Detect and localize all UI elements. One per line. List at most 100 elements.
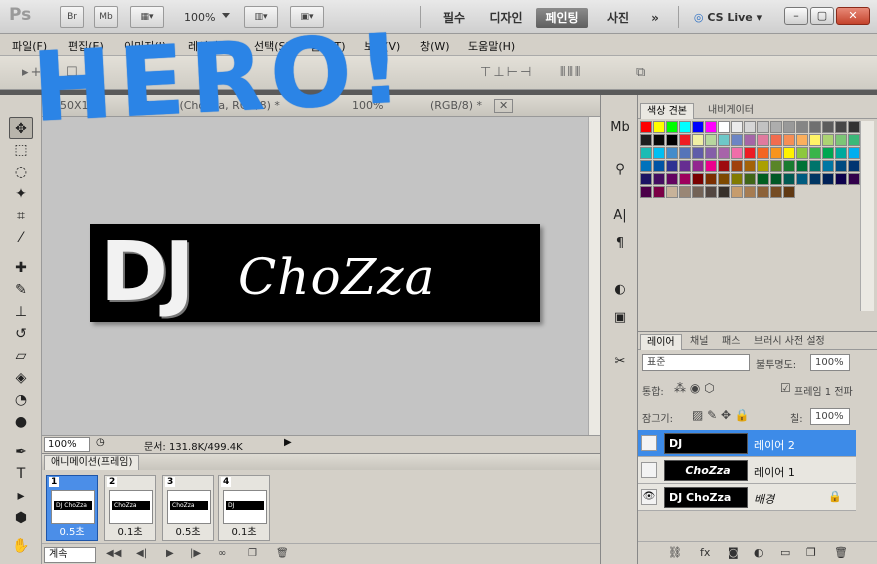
color-swatch[interactable] — [770, 160, 782, 172]
animation-frame-4[interactable]: 4 DJ 0.1초 — [218, 475, 270, 541]
workspace-painting[interactable]: 페인팅 — [536, 8, 588, 28]
menu-help[interactable]: 도움말(H) — [468, 38, 515, 54]
view-extras-button[interactable]: ▦▾ — [130, 6, 164, 28]
layer-row-1[interactable]: ChoZza 레이어 1 — [638, 457, 856, 484]
color-swatch[interactable] — [848, 121, 860, 133]
tab-brush-presets[interactable]: 브러시 사전 설정 — [748, 334, 831, 350]
color-swatch[interactable] — [822, 173, 834, 185]
color-swatch[interactable] — [809, 147, 821, 159]
animation-frame-1[interactable]: 1 DJ ChoZza 0.5초 — [46, 475, 98, 541]
paint-bucket-tool-icon[interactable]: ◈ — [9, 367, 33, 389]
color-swatch[interactable] — [848, 134, 860, 146]
animation-tab[interactable]: 애니메이션(프레임) — [44, 455, 140, 470]
color-swatch[interactable] — [640, 121, 652, 133]
color-swatch[interactable] — [718, 160, 730, 172]
layer-row-2[interactable]: DJ 레이어 2 — [638, 430, 856, 457]
color-swatch[interactable] — [757, 186, 769, 198]
visibility-toggle[interactable] — [641, 435, 657, 451]
usb-icon[interactable]: ⚲ — [608, 159, 632, 181]
menu-image[interactable]: 이미지(I) — [124, 38, 166, 54]
layer-style-icon[interactable]: fx — [700, 546, 710, 559]
color-swatch[interactable] — [731, 186, 743, 198]
lock-icons[interactable]: ▨ ✎ ✥ 🔒 — [692, 408, 750, 422]
color-swatch[interactable] — [783, 160, 795, 172]
color-swatch[interactable] — [692, 173, 704, 185]
document-canvas[interactable]: DJ ChoZza — [42, 117, 588, 435]
color-swatch[interactable] — [705, 186, 717, 198]
menu-view[interactable]: 보기(V) — [364, 38, 400, 54]
color-swatch[interactable] — [744, 160, 756, 172]
opacity-field[interactable]: 100% — [810, 354, 850, 371]
swatches-scrollbar[interactable] — [860, 121, 874, 311]
color-swatch[interactable] — [796, 173, 808, 185]
delete-layer-icon[interactable]: 🗑 — [834, 546, 848, 559]
color-swatch[interactable] — [718, 147, 730, 159]
color-swatch[interactable] — [666, 134, 678, 146]
tab-channels[interactable]: 채널 — [684, 334, 714, 350]
minimize-button[interactable]: – — [784, 7, 808, 25]
lasso-tool-icon[interactable]: ◌ — [9, 161, 33, 183]
auto-select-checkbox[interactable]: ☐ — [66, 65, 80, 80]
color-swatch[interactable] — [770, 134, 782, 146]
move-tool-icon[interactable]: ✥ — [9, 117, 33, 139]
color-swatch[interactable] — [653, 121, 665, 133]
color-swatch[interactable] — [783, 134, 795, 146]
tab-paths[interactable]: 패스 — [716, 334, 746, 350]
color-swatch[interactable] — [731, 160, 743, 172]
color-swatch[interactable] — [744, 121, 756, 133]
color-swatch[interactable] — [835, 134, 847, 146]
type-tool-icon[interactable]: T — [9, 463, 33, 485]
eyedropper-tool-icon[interactable]: ⁄ — [9, 227, 33, 249]
color-swatch[interactable] — [705, 173, 717, 185]
color-swatch[interactable] — [705, 121, 717, 133]
quick-select-tool-icon[interactable]: ✦ — [9, 183, 33, 205]
color-swatch[interactable] — [679, 147, 691, 159]
crop-tool-icon[interactable]: ⌗ — [9, 205, 33, 227]
color-swatch[interactable] — [692, 160, 704, 172]
auto-align-icon[interactable]: ⧉ — [636, 65, 647, 80]
tab-swatches[interactable]: 색상 견본 — [640, 103, 694, 119]
new-layer-icon[interactable]: ❐ — [806, 546, 816, 559]
color-swatch[interactable] — [640, 147, 652, 159]
workspace-photography[interactable]: 사진 — [598, 8, 638, 28]
dodge-tool-icon[interactable]: ● — [9, 411, 33, 433]
next-frame-icon[interactable]: |▶ — [190, 548, 201, 559]
shape-tool-icon[interactable]: ⬢ — [9, 507, 33, 529]
color-swatch[interactable] — [705, 134, 717, 146]
eraser-tool-icon[interactable]: ▱ — [9, 345, 33, 367]
document-tab-3-zoom[interactable]: 100% — [348, 97, 387, 117]
cs-live-button[interactable]: ◎ CS Live ▾ — [688, 8, 768, 28]
chevron-down-icon[interactable] — [222, 13, 230, 18]
tab-navigator[interactable]: 내비게이터 — [702, 103, 760, 119]
delete-frame-icon[interactable]: 🗑 — [276, 548, 289, 559]
color-swatch[interactable] — [822, 134, 834, 146]
color-swatch[interactable] — [770, 173, 782, 185]
color-swatch[interactable] — [718, 186, 730, 198]
status-arrow-icon[interactable]: ▶ — [284, 437, 292, 448]
color-swatch[interactable] — [718, 121, 730, 133]
brush-tool-icon[interactable]: ✎ — [9, 279, 33, 301]
color-swatch[interactable] — [835, 160, 847, 172]
color-swatch[interactable] — [653, 186, 665, 198]
vertical-scrollbar[interactable] — [588, 117, 600, 435]
workspace-design[interactable]: 디자인 — [482, 8, 530, 28]
arrange-documents-button[interactable]: ▥▾ — [244, 6, 278, 28]
move-tool-icon[interactable]: ▸+ — [22, 65, 43, 80]
color-swatch[interactable] — [809, 134, 821, 146]
align-icons[interactable]: ⊤⊥⊢⊣ — [480, 65, 533, 80]
color-swatch[interactable] — [796, 121, 808, 133]
menu-window[interactable]: 창(W) — [420, 38, 450, 54]
fill-field[interactable]: 100% — [810, 408, 850, 425]
masks-icon[interactable]: ▣ — [608, 307, 632, 329]
distribute-icons[interactable]: ⫴⫴⫴ — [560, 65, 582, 80]
add-mask-icon[interactable]: ◙ — [728, 546, 739, 559]
hand-tool-icon[interactable]: ✋ — [9, 535, 33, 557]
adjustment-layer-icon[interactable]: ◐ — [754, 546, 764, 559]
frame-delay[interactable]: 0.1초 — [105, 523, 155, 538]
close-icon[interactable]: ✕ — [494, 99, 514, 113]
color-swatch[interactable] — [809, 121, 821, 133]
color-swatch[interactable] — [757, 173, 769, 185]
color-swatch[interactable] — [692, 134, 704, 146]
status-zoom-field[interactable]: 100% — [44, 437, 90, 452]
duplicate-frame-icon[interactable]: ❐ — [248, 548, 257, 559]
